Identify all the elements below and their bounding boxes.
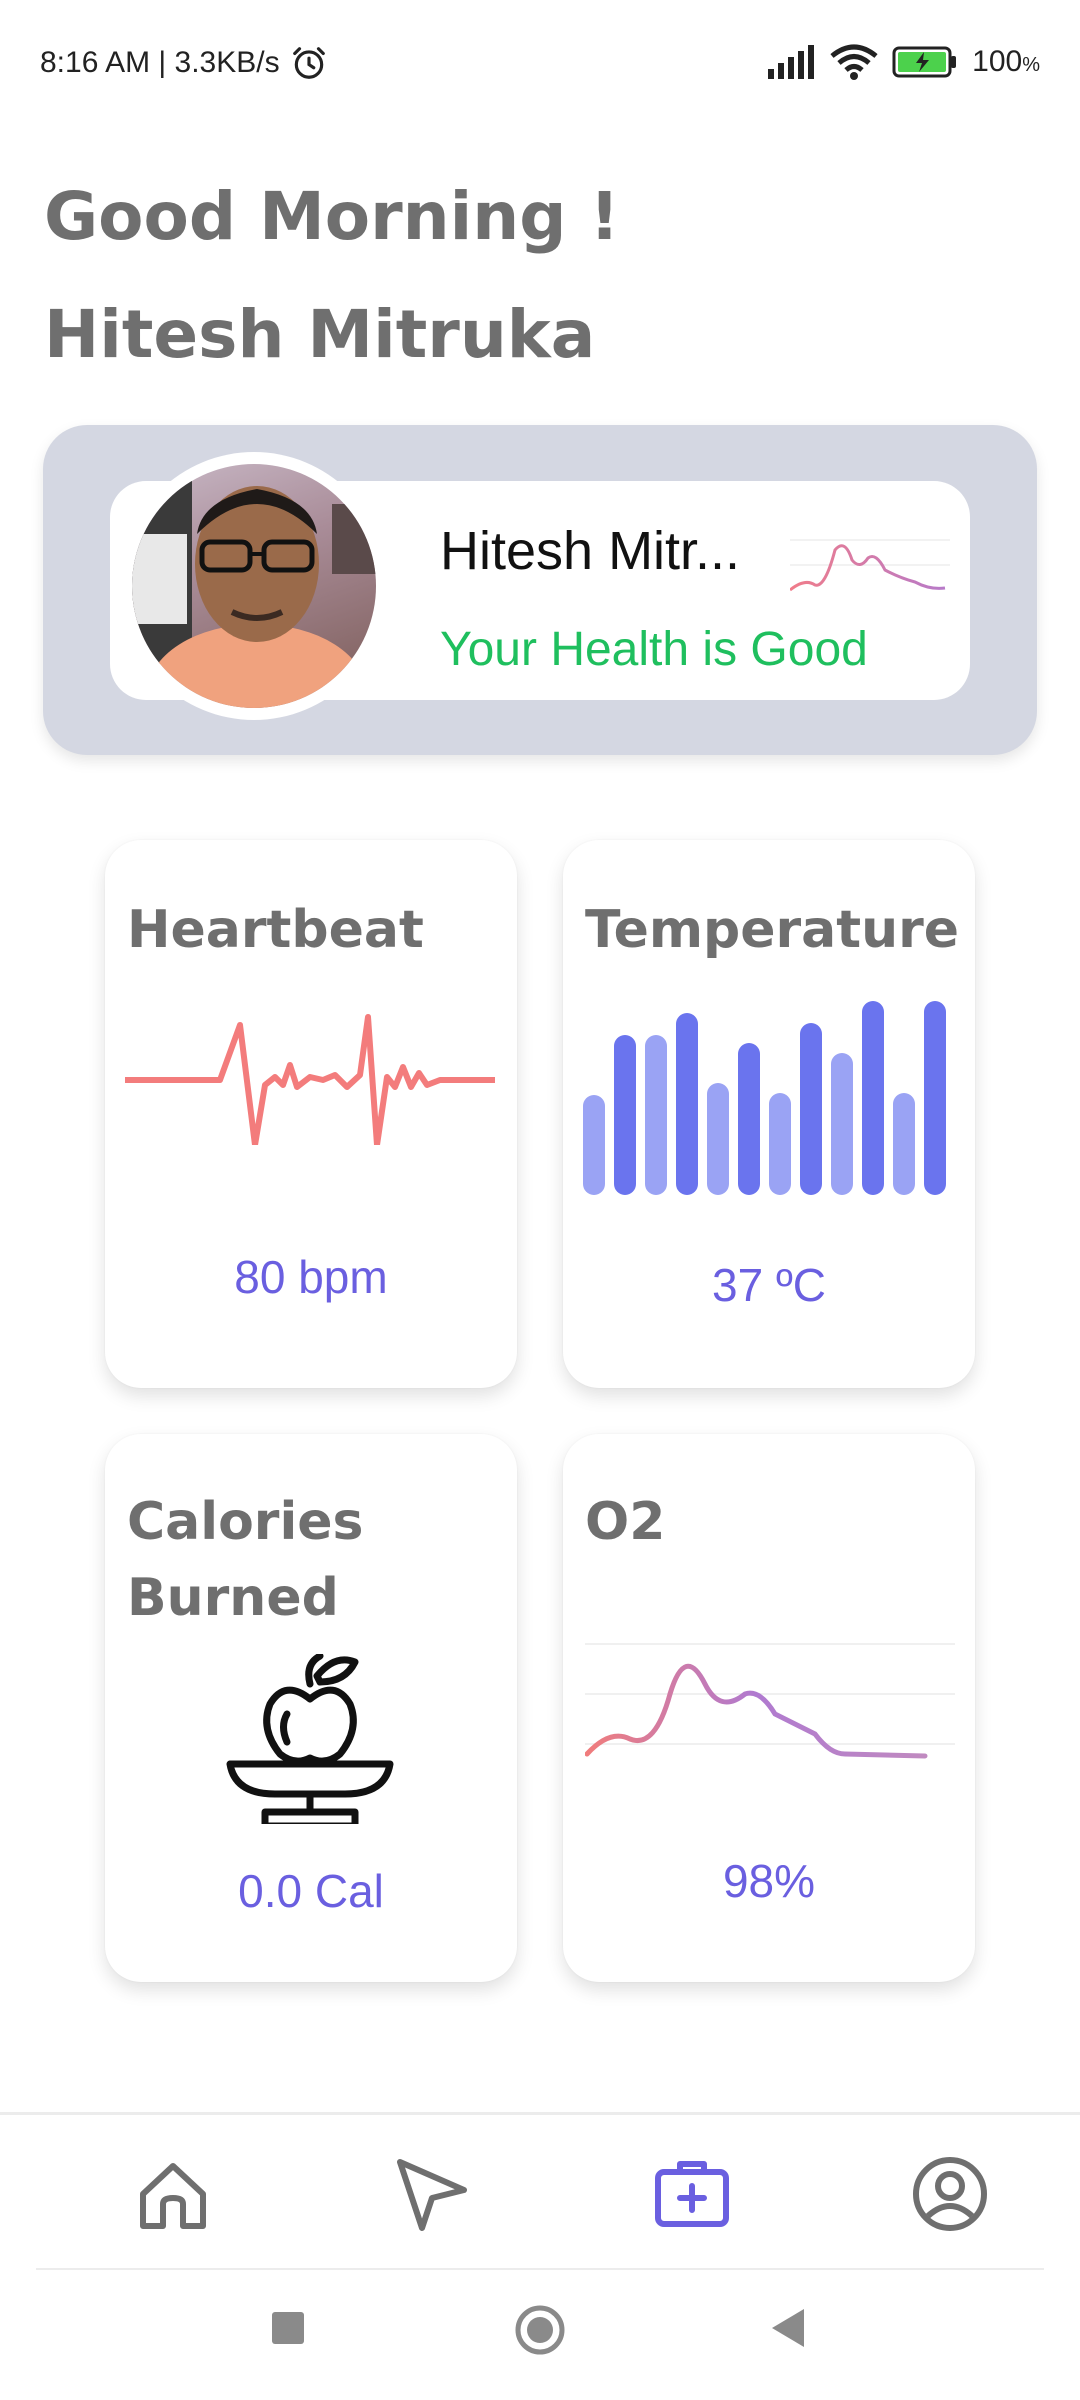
greeting-heading: Good Morning ! <box>44 178 620 255</box>
calories-title-line1: Calories <box>127 1492 364 1552</box>
temperature-title: Temperature <box>585 900 960 960</box>
heartbeat-tile[interactable]: Heartbeat 80 bpm <box>105 840 517 1388</box>
calories-title-line2: Burned <box>127 1568 339 1628</box>
heartbeat-waveform <box>125 1014 495 1145</box>
signal-icon <box>768 45 815 79</box>
back-icon[interactable] <box>770 2307 806 2349</box>
apple-scale-icon <box>226 1654 394 1824</box>
battery-percentage: 100% <box>972 45 1040 78</box>
temperature-value: 37 ºC <box>712 1259 826 1311</box>
user-name-heading: Hitesh Mitruka <box>44 296 596 373</box>
calories-tile[interactable]: Calories Burned 0.0 Cal <box>105 1434 517 1982</box>
nav-divider <box>36 2268 1044 2270</box>
alarm-icon <box>292 47 325 79</box>
o2-tile[interactable]: O2 98% <box>563 1434 975 1982</box>
health-trend-sparkline <box>790 539 950 592</box>
home-button-icon[interactable] <box>514 2304 566 2356</box>
status-time-speed: 8:16 AM | 3.3KB/s <box>40 46 280 79</box>
temperature-bar-chart <box>583 1001 946 1195</box>
recents-icon[interactable] <box>270 2310 306 2346</box>
o2-value: 98% <box>722 1855 816 1907</box>
health-status-text: Your Health is Good <box>440 623 868 676</box>
send-icon[interactable] <box>392 2154 472 2234</box>
status-bar-left: 8:16 AM | 3.3KB/s <box>40 44 328 82</box>
home-icon[interactable] <box>133 2154 213 2234</box>
account-icon[interactable] <box>910 2154 990 2234</box>
temperature-tile[interactable]: Temperature 37 ºC <box>563 840 975 1388</box>
o2-trend-chart <box>585 1643 955 1759</box>
medical-kit-icon[interactable] <box>652 2154 732 2234</box>
avatar-photo <box>132 464 376 708</box>
profile-name: Hitesh Mitr... <box>440 521 741 581</box>
battery-icon <box>892 46 957 78</box>
heartbeat-value: 80 bpm <box>234 1251 388 1303</box>
calories-title: Calories Burned <box>127 1484 364 1636</box>
status-bar-right: 100% <box>766 44 1040 80</box>
avatar[interactable] <box>120 452 388 720</box>
calories-value: 0.0 Cal <box>238 1865 384 1917</box>
heartbeat-title: Heartbeat <box>127 900 424 960</box>
o2-title: O2 <box>585 1492 666 1552</box>
wifi-icon <box>830 44 878 80</box>
